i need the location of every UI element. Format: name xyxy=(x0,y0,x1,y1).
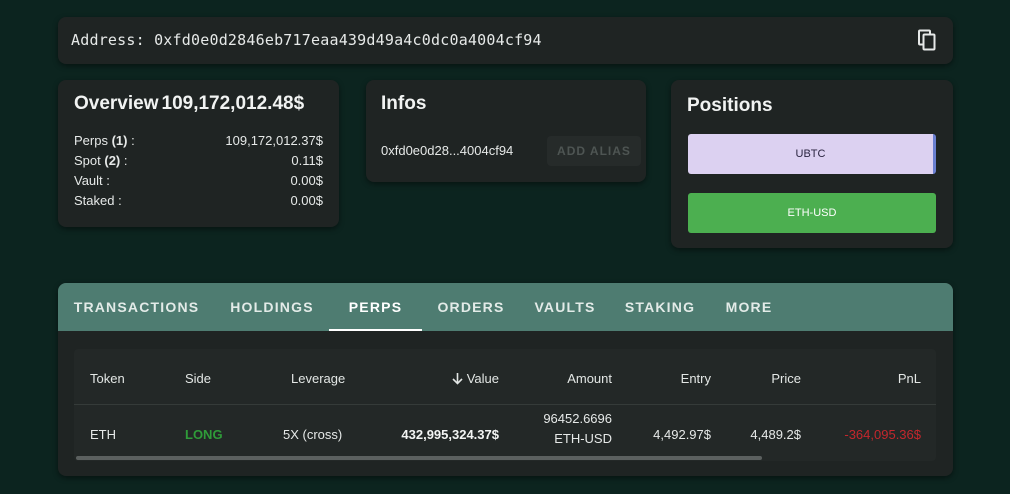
overview-vault-value: 0.00$ xyxy=(290,173,323,188)
overview-row-staked: Staked : 0.00$ xyxy=(74,191,323,211)
tab-orders[interactable]: ORDERS xyxy=(422,283,520,331)
header-leverage[interactable]: Leverage xyxy=(291,371,345,386)
cell-amount: 96452.6696 ETH-USD xyxy=(543,411,612,446)
address-bar: Address: 0xfd0e0d2846eb717eaa439d49a4c0d… xyxy=(58,17,953,64)
overview-perps-value: 109,172,012.37$ xyxy=(225,133,323,148)
header-amount[interactable]: Amount xyxy=(534,371,612,386)
cell-value: 432,995,324.37$ xyxy=(401,427,499,442)
tab-vaults[interactable]: VAULTS xyxy=(520,283,610,331)
cell-leverage: 5X (cross) xyxy=(283,427,343,442)
position-ubtc-button[interactable]: UBTC xyxy=(688,134,936,174)
overview-title: Overview 109,172,012.48$ xyxy=(74,93,305,114)
address-text: Address: 0xfd0e0d2846eb717eaa439d49a4c0d… xyxy=(71,31,542,49)
copy-icon[interactable] xyxy=(915,28,939,52)
overview-row-spot: Spot (2) : 0.11$ xyxy=(74,151,323,171)
infos-card: Infos 0xfd0e0d28...4004cf94 ADD ALIAS xyxy=(366,80,646,182)
header-token[interactable]: Token xyxy=(90,371,125,386)
tab-staking[interactable]: STAKING xyxy=(610,283,710,331)
horizontal-scrollbar[interactable] xyxy=(76,456,762,460)
positions-card: Positions UBTC ETH-USD xyxy=(671,80,953,248)
header-price[interactable]: Price xyxy=(734,371,801,386)
row-separator xyxy=(74,404,936,405)
overview-row-vault: Vault : 0.00$ xyxy=(74,171,323,191)
overview-rows: Perps (1) : 109,172,012.37$ Spot (2) : 0… xyxy=(74,131,323,211)
tab-holdings[interactable]: HOLDINGS xyxy=(215,283,329,331)
tab-bar: TRANSACTIONS HOLDINGS PERPS ORDERS VAULT… xyxy=(58,283,953,331)
cell-price: 4,489.2$ xyxy=(750,427,801,442)
tab-more[interactable]: MORE xyxy=(710,283,788,331)
cell-pnl: -364,095.36$ xyxy=(844,427,921,442)
overview-spot-value: 0.11$ xyxy=(291,153,323,168)
header-pnl[interactable]: PnL xyxy=(854,371,921,386)
tab-transactions[interactable]: TRANSACTIONS xyxy=(58,283,215,331)
infos-short-address: 0xfd0e0d28...4004cf94 xyxy=(381,143,514,158)
tab-perps[interactable]: PERPS xyxy=(329,283,422,331)
header-entry[interactable]: Entry xyxy=(644,371,711,386)
add-alias-button[interactable]: ADD ALIAS xyxy=(547,136,641,166)
header-value[interactable]: Value xyxy=(434,371,499,386)
position-eth-usd-button[interactable]: ETH-USD xyxy=(688,193,936,233)
cell-entry: 4,492.97$ xyxy=(653,427,711,442)
overview-card: Overview 109,172,012.48$ Perps (1) : 109,… xyxy=(58,80,339,227)
header-side[interactable]: Side xyxy=(185,371,211,386)
overview-row-perps: Perps (1) : 109,172,012.37$ xyxy=(74,131,323,151)
perps-table: Token Side Leverage Value Amount Entry P… xyxy=(74,349,936,461)
arrow-down-icon xyxy=(451,372,464,385)
portfolio-panel: TRANSACTIONS HOLDINGS PERPS ORDERS VAULT… xyxy=(58,283,953,476)
positions-title: Positions xyxy=(687,95,773,116)
cell-token: ETH xyxy=(90,427,116,442)
infos-title: Infos xyxy=(381,93,427,114)
overview-staked-value: 0.00$ xyxy=(290,193,323,208)
overview-total: 109,172,012.48$ xyxy=(161,93,305,114)
cell-side: LONG xyxy=(185,427,223,442)
